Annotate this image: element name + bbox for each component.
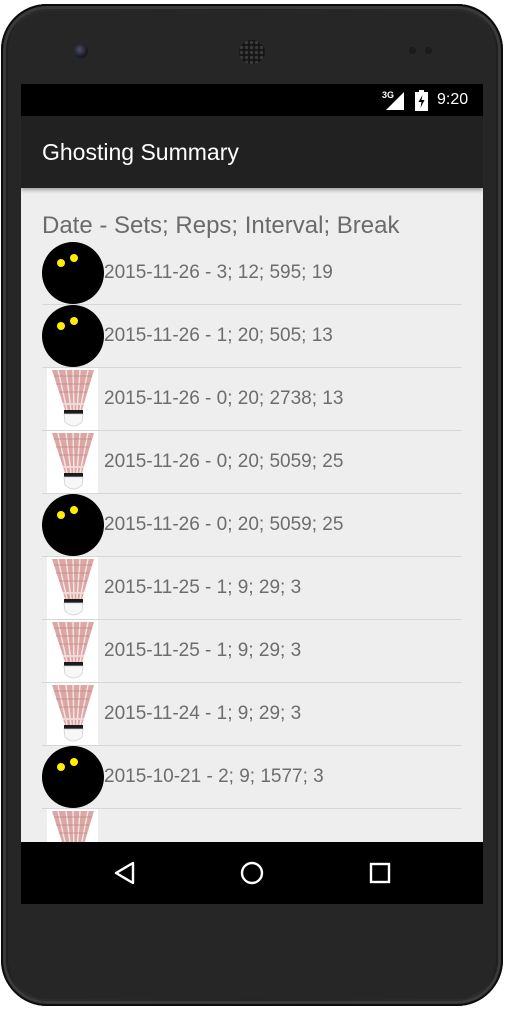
list-item-text: 2015-11-26 - 1; 20; 505; 13 <box>104 325 333 346</box>
shuttlecock-icon <box>42 431 104 493</box>
squash-ball-icon <box>42 305 104 367</box>
list-item-text: 2015-11-25 - 1; 9; 29; 3 <box>104 640 302 661</box>
page-title: Ghosting Summary <box>42 139 239 165</box>
squash-ball-icon <box>42 242 104 304</box>
earpiece-speaker <box>239 40 265 64</box>
front-camera <box>74 44 88 58</box>
list-item[interactable]: 2015-11-24 - 1; 9; 29; 3 <box>42 683 462 746</box>
light-sensor <box>425 47 432 54</box>
list-item[interactable]: 2015-10-21 - 2; 9; 1577; 3 <box>42 746 462 809</box>
squash-ball-icon <box>42 494 104 556</box>
list-header: Date - Sets; Reps; Interval; Break <box>42 212 400 239</box>
summary-content[interactable]: Date - Sets; Reps; Interval; Break 2015-… <box>21 188 483 842</box>
clock: 9:20 <box>437 91 469 108</box>
list-item-text: 2015-11-26 - 3; 12; 595; 19 <box>104 262 333 283</box>
list-item-text: 2015-11-26 - 0; 20; 5059; 25 <box>104 451 344 472</box>
list-item[interactable]: 2015-11-26 - 3; 12; 595; 19 <box>42 242 462 305</box>
list-item[interactable]: 2015-11-25 - 1; 9; 29; 3 <box>42 620 462 683</box>
list-item[interactable]: 2015-11-26 - 1; 20; 505; 13 <box>42 305 462 368</box>
back-icon[interactable] <box>111 859 139 887</box>
list-item-text: 2015-11-26 - 0; 20; 5059; 25 <box>104 514 344 535</box>
home-icon[interactable] <box>238 859 266 887</box>
battery-icon <box>415 90 428 111</box>
list-item[interactable] <box>42 809 462 842</box>
navigation-bar <box>21 842 483 904</box>
squash-ball-icon <box>42 746 104 808</box>
shuttlecock-icon <box>42 683 104 745</box>
list-item-text: 2015-11-26 - 0; 20; 2738; 13 <box>104 388 344 409</box>
shuttlecock-icon <box>42 620 104 682</box>
list-item[interactable]: 2015-11-26 - 0; 20; 5059; 25 <box>42 431 462 494</box>
list-item[interactable]: 2015-11-26 - 0; 20; 5059; 25 <box>42 494 462 557</box>
signal-icon <box>386 92 404 110</box>
summary-list: 2015-11-26 - 3; 12; 595; 19 2015-11-26 -… <box>42 242 462 842</box>
proximity-sensor <box>409 47 416 54</box>
shuttlecock-icon <box>42 368 104 430</box>
shuttlecock-icon <box>42 809 104 842</box>
recents-icon[interactable] <box>366 859 394 887</box>
screen: 3G 9:20 Ghosting Summary Date - Sets; Re… <box>21 84 483 904</box>
list-item-text: 2015-11-24 - 1; 9; 29; 3 <box>104 703 302 724</box>
shuttlecock-icon <box>42 557 104 619</box>
status-bar: 3G 9:20 <box>21 84 483 116</box>
list-item[interactable]: 2015-11-26 - 0; 20; 2738; 13 <box>42 368 462 431</box>
list-item-text: 2015-11-25 - 1; 9; 29; 3 <box>104 577 302 598</box>
phone-frame: 3G 9:20 Ghosting Summary Date - Sets; Re… <box>1 4 503 1006</box>
app-bar: Ghosting Summary <box>21 116 483 188</box>
list-item[interactable]: 2015-11-25 - 1; 9; 29; 3 <box>42 557 462 620</box>
list-item-text: 2015-10-21 - 2; 9; 1577; 3 <box>104 766 324 787</box>
